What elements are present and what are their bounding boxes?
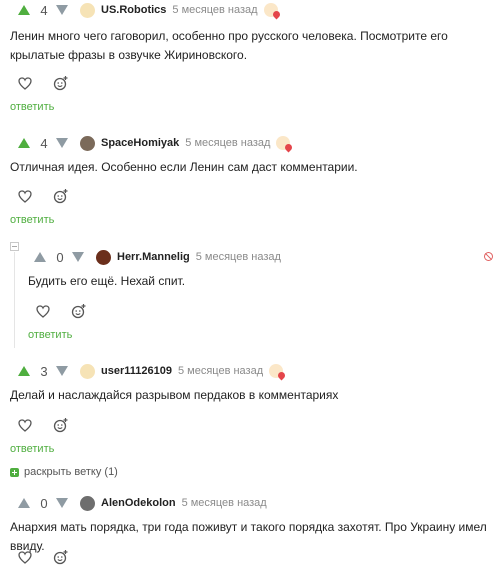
reply-link[interactable]: ответить [28, 329, 72, 341]
upvote-button[interactable] [18, 366, 30, 376]
heart-icon[interactable] [16, 548, 34, 566]
downvote-button[interactable] [56, 366, 68, 376]
vote-count: 0 [40, 495, 48, 511]
expand-thread-button[interactable]: раскрыть ветку (1) [10, 466, 118, 478]
upvote-button[interactable] [18, 498, 30, 508]
timestamp[interactable]: 5 месяцев назад [185, 137, 270, 149]
plus-icon [10, 467, 19, 477]
comment-text: Делай и наслаждайся разрывом пердаков в … [10, 388, 339, 402]
heart-icon[interactable] [16, 416, 34, 434]
blocked-icon[interactable] [484, 252, 493, 261]
username[interactable]: SpaceHomiyak [101, 137, 179, 149]
emoji-add-icon[interactable] [52, 416, 70, 434]
downvote-button[interactable] [56, 5, 68, 15]
comment-actions [16, 186, 88, 206]
comment-header: 0 AlenOdekolon 5 месяцев назад [18, 493, 273, 513]
timestamp[interactable]: 5 месяцев назад [196, 251, 281, 263]
avatar[interactable] [80, 135, 95, 151]
expand-thread-label: раскрыть ветку (1) [24, 466, 118, 478]
upvote-button[interactable] [18, 5, 30, 15]
username[interactable]: AlenOdekolon [101, 497, 176, 509]
comment-text: Будить его ещё. Нехай спит. [28, 274, 186, 288]
downvote-button[interactable] [72, 252, 84, 262]
username[interactable]: user11126109 [101, 365, 172, 377]
avatar[interactable] [80, 495, 95, 511]
heart-badge-icon [263, 3, 278, 17]
heart-icon[interactable] [34, 302, 52, 320]
reply-link[interactable]: ответить [10, 214, 54, 226]
reply-link[interactable]: ответить [10, 443, 54, 455]
vote-count: 4 [40, 135, 48, 151]
vote-count: 3 [40, 363, 48, 379]
comment-actions [16, 415, 88, 435]
vote-count: 0 [56, 249, 64, 265]
avatar[interactable] [80, 2, 95, 18]
avatar[interactable] [96, 249, 111, 265]
heart-icon[interactable] [16, 74, 34, 92]
avatar[interactable] [80, 363, 95, 379]
comment-header: 4 US.Robotics 5 месяцев назад [18, 0, 278, 20]
username[interactable]: Herr.Mannelig [117, 251, 190, 263]
upvote-button[interactable] [34, 252, 46, 262]
heart-badge-icon [269, 364, 284, 378]
comment-actions [34, 301, 106, 321]
username[interactable]: US.Robotics [101, 4, 166, 16]
comment-text: Отличная идея. Особенно если Ленин сам д… [10, 160, 358, 174]
downvote-button[interactable] [56, 498, 68, 508]
heart-icon[interactable] [16, 187, 34, 205]
emoji-add-icon[interactable] [52, 187, 70, 205]
comment-header: 4 SpaceHomiyak 5 месяцев назад [18, 133, 291, 153]
vote-count: 4 [40, 2, 48, 18]
timestamp[interactable]: 5 месяцев назад [172, 4, 257, 16]
heart-badge-icon [276, 136, 291, 150]
comment-header: 3 user11126109 5 месяцев назад [18, 361, 284, 381]
comment-header: 0 Herr.Mannelig 5 месяцев назад [34, 247, 287, 267]
emoji-add-icon[interactable] [52, 74, 70, 92]
reply-link[interactable]: ответить [10, 101, 54, 113]
downvote-button[interactable] [56, 138, 68, 148]
comment-actions [16, 547, 88, 567]
comment-actions [16, 73, 88, 93]
collapse-thread-button[interactable] [10, 242, 19, 251]
emoji-add-icon[interactable] [52, 548, 70, 566]
emoji-add-icon[interactable] [70, 302, 88, 320]
upvote-button[interactable] [18, 138, 30, 148]
comment-text: Ленин много чего гаговорил, особенно про… [10, 29, 448, 62]
timestamp[interactable]: 5 месяцев назад [182, 497, 267, 509]
timestamp[interactable]: 5 месяцев назад [178, 365, 263, 377]
thread-line[interactable] [14, 252, 15, 348]
